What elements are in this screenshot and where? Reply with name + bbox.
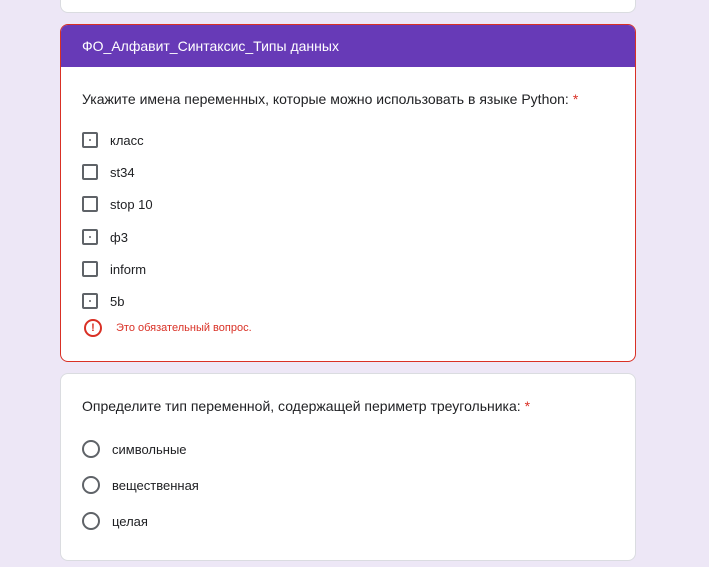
checkbox[interactable] (82, 261, 98, 277)
question-title: Укажите имена переменных, которые можно … (82, 91, 579, 107)
checkbox-option[interactable]: ф3 (82, 227, 128, 247)
section-header: ФО_Алфавит_Синтаксис_Типы данных (61, 25, 635, 67)
option-label: st34 (110, 164, 135, 180)
checkbox[interactable] (82, 164, 98, 180)
option-label: класс (110, 132, 144, 148)
checkbox[interactable] (82, 293, 98, 309)
previous-card (60, 0, 636, 13)
radio-option[interactable]: вещественная (82, 475, 199, 495)
checkbox-option[interactable]: stop 10 (82, 194, 153, 214)
checkbox-option[interactable]: inform (82, 259, 146, 279)
option-label: целая (112, 513, 148, 529)
form-page: ФО_Алфавит_Синтаксис_Типы данных Укажите… (0, 0, 709, 567)
error-text: Это обязательный вопрос. (116, 322, 252, 334)
radio-option[interactable]: целая (82, 511, 148, 531)
checkbox-option[interactable]: 5b (82, 291, 124, 311)
question-title: Определите тип переменной, содержащей пе… (82, 398, 531, 414)
error-message: ! Это обязательный вопрос. (84, 319, 252, 337)
option-label: stop 10 (110, 196, 153, 212)
question-card-variable-names: ФО_Алфавит_Синтаксис_Типы данных Укажите… (60, 24, 636, 362)
checkbox-option[interactable]: класс (82, 130, 144, 150)
radio-option[interactable]: символьные (82, 439, 187, 459)
checkbox[interactable] (82, 132, 98, 148)
checkbox-option[interactable]: st34 (82, 162, 135, 182)
radio-button[interactable] (82, 440, 100, 458)
option-label: inform (110, 261, 147, 277)
required-asterisk: * (572, 91, 579, 107)
question-card-variable-type: Определите тип переменной, содержащей пе… (60, 373, 636, 561)
option-label: ф3 (110, 229, 128, 245)
option-label: 5b (110, 293, 125, 309)
required-asterisk: * (524, 398, 531, 414)
radio-button[interactable] (82, 476, 100, 494)
option-label: символьные (112, 441, 187, 457)
section-title: ФО_Алфавит_Синтаксис_Типы данных (82, 38, 339, 54)
radio-button[interactable] (82, 512, 100, 530)
error-icon: ! (84, 319, 102, 337)
checkbox[interactable] (82, 229, 98, 245)
checkbox[interactable] (82, 196, 98, 212)
option-label: вещественная (112, 477, 199, 493)
